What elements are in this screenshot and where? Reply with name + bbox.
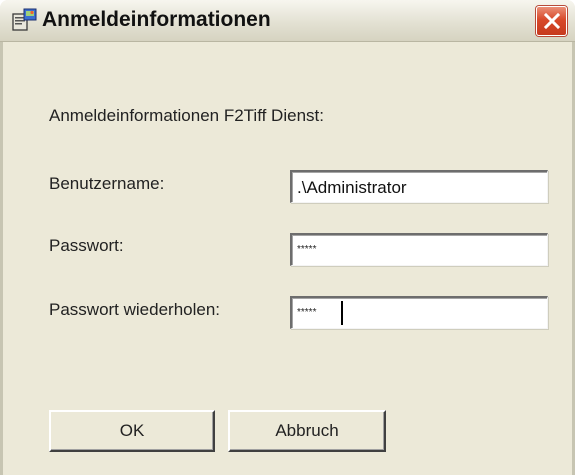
title-bar[interactable]: Anmeldeinformationen [0, 0, 575, 42]
text-caret [341, 301, 343, 325]
username-value: .\Administrator [297, 178, 407, 197]
window-frame-left [0, 42, 3, 475]
dialog-heading: Anmeldeinformationen F2Tiff Dienst: [49, 106, 324, 125]
password-repeat-label: Passwort wiederholen: [49, 300, 221, 319]
username-label: Benutzername: [49, 174, 165, 193]
credentials-dialog: Anmeldeinformationen Anmeldeinformatione… [0, 0, 575, 475]
password-label: Passwort: [49, 236, 124, 255]
close-icon [543, 12, 561, 30]
password-mask: ***** [297, 244, 317, 255]
password-input[interactable]: ***** [290, 233, 548, 266]
window-title: Anmeldeinformationen [42, 8, 271, 31]
app-icon [12, 8, 38, 32]
password-repeat-input[interactable]: ***** [290, 296, 548, 329]
cancel-button[interactable]: Abbruch [228, 410, 386, 452]
ok-button[interactable]: OK [49, 410, 215, 452]
username-input[interactable]: .\Administrator [290, 170, 548, 203]
close-button[interactable] [536, 6, 567, 36]
password-repeat-mask: ***** [297, 307, 317, 318]
